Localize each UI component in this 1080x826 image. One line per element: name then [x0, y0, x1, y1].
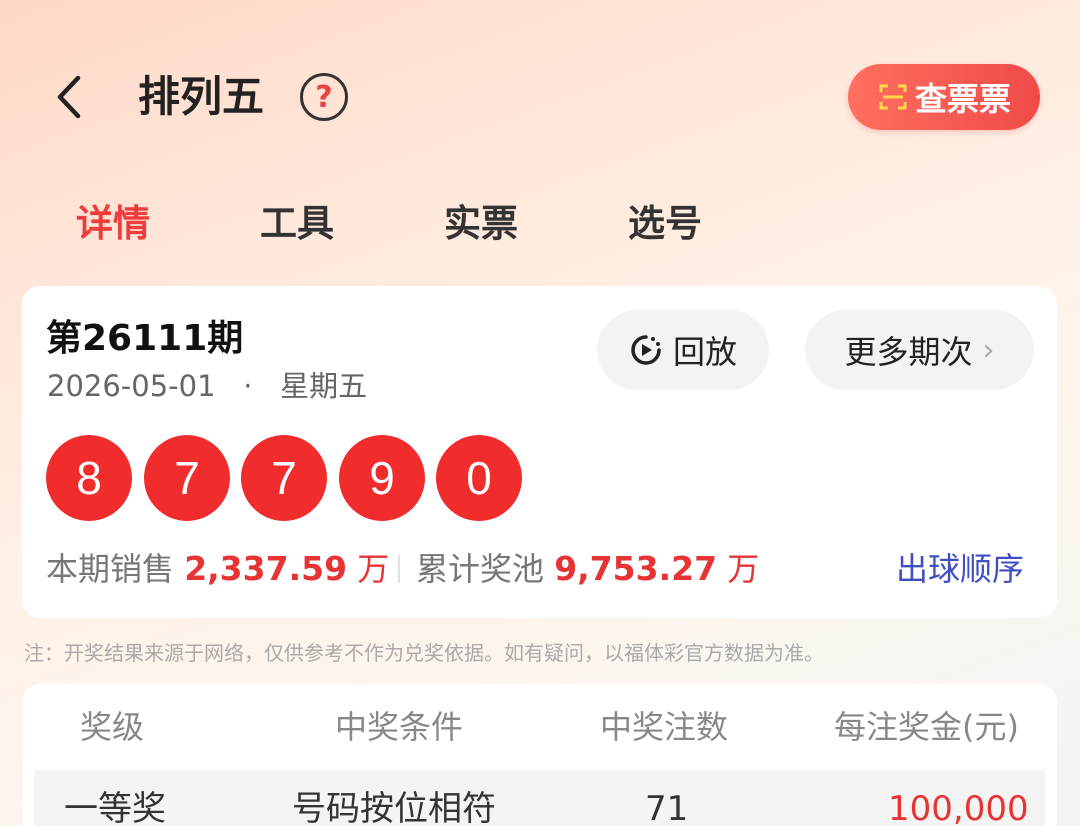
replay-button[interactable]: 回放: [597, 310, 769, 390]
tab-details[interactable]: 详情: [76, 196, 150, 252]
pool-stat: 累计奖池 9,753.27 万: [416, 544, 759, 594]
draw-date-line: 2026-05-01 · 星期五: [47, 364, 367, 408]
sales-stat: 本期销售 2,337.59 万: [46, 544, 389, 594]
check-ticket-label: 查票票: [914, 80, 1011, 118]
chevron-right-icon: ›: [982, 332, 995, 368]
tab-tools[interactable]: 工具: [260, 196, 334, 252]
more-issues-button[interactable]: 更多期次 ›: [805, 310, 1034, 390]
draw-date: 2026-05-01: [47, 369, 216, 403]
back-arrow-icon: [57, 75, 81, 119]
pool-label: 累计奖池: [416, 550, 545, 588]
tab-pick-numbers[interactable]: 选号: [628, 196, 702, 252]
draw-weekday: 星期五: [280, 369, 368, 403]
table-header-condition: 中奖条件: [335, 708, 464, 746]
table-header-prize: 每注奖金(元): [834, 708, 1019, 746]
sales-unit: 万: [357, 550, 390, 588]
more-issues-label: 更多期次: [844, 333, 973, 371]
number-ball: 0: [436, 435, 522, 521]
number-ball: 7: [241, 435, 327, 521]
pool-unit: 万: [727, 550, 760, 588]
page-title: 排列五: [138, 72, 265, 121]
scan-icon: [879, 84, 907, 110]
table-header-count: 中奖注数: [600, 708, 729, 746]
date-separator: ·: [243, 369, 253, 403]
tab-real-tickets[interactable]: 实票: [444, 196, 518, 252]
row-condition: 号码按位相符: [292, 789, 496, 826]
number-ball: 8: [46, 435, 132, 521]
row-level: 一等奖: [64, 789, 166, 826]
stat-divider: [398, 555, 400, 583]
number-ball: 7: [144, 435, 230, 521]
number-ball: 9: [339, 435, 425, 521]
issue-number: 第26111期: [46, 318, 244, 359]
replay-icon: [631, 335, 661, 365]
sales-label: 本期销售: [46, 550, 175, 588]
question-circle-icon[interactable]: ?: [300, 73, 348, 121]
sales-value: 2,337.59: [184, 549, 348, 588]
ball-order-link[interactable]: 出球顺序: [896, 544, 1024, 594]
disclaimer-note: 注：开奖结果来源于网络，仅供参考不作为兑奖依据。如有疑问，以福体彩官方数据为准。: [24, 641, 824, 665]
row-prize: 100,000: [888, 789, 1029, 826]
pool-value: 9,753.27: [554, 549, 718, 588]
check-ticket-button[interactable]: 查票票: [848, 64, 1040, 130]
replay-label: 回放: [672, 333, 737, 371]
row-count: 71: [645, 789, 689, 826]
table-header-level: 奖级: [80, 708, 145, 746]
back-button[interactable]: [44, 70, 94, 124]
